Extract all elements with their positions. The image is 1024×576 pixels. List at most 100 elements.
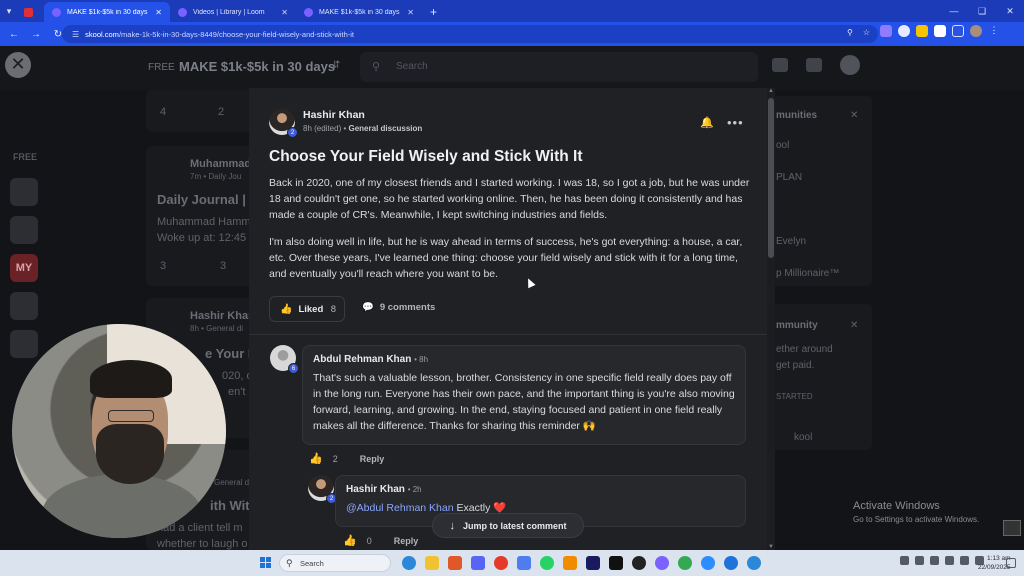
close-tab-icon[interactable]: ✕ xyxy=(281,8,288,17)
app-icon[interactable] xyxy=(678,556,692,570)
scroll-up-icon[interactable]: ▲ xyxy=(767,88,775,94)
windows-start-icon[interactable] xyxy=(260,557,272,569)
file-explorer-icon[interactable] xyxy=(425,556,439,570)
comment-author[interactable]: Hashir Khan xyxy=(346,484,405,495)
modal-scrollbar[interactable]: ▲ ▼ xyxy=(767,88,775,550)
url-bar[interactable]: ☰ skool.com/make-1k-5k-in-30-days-8449/c… xyxy=(62,25,878,43)
windows-taskbar: ⚲ Search 1:13 am 22/09/2025 xyxy=(0,550,1024,576)
more-options-icon[interactable]: ••• xyxy=(727,115,744,130)
menu-icon[interactable]: ⋮ xyxy=(988,25,1000,37)
close-modal-button[interactable]: ✕ xyxy=(5,52,31,78)
group-name[interactable]: MAKE $1k-$5k in 30 days xyxy=(179,59,335,74)
comment-actions: 👍 2 Reply xyxy=(309,452,384,465)
tab-loom[interactable]: Videos | Library | Loom ✕ xyxy=(170,2,296,22)
comments-button[interactable]: 💬 9 comments xyxy=(362,302,435,313)
reply-button[interactable]: Reply xyxy=(394,536,419,546)
tab-search-dropdown[interactable]: ▾ xyxy=(0,0,18,22)
close-tab-icon[interactable]: ✕ xyxy=(155,8,162,17)
tab-google[interactable]: MAKE $1k-$5k in 30 days - Goo ✕ xyxy=(296,2,422,22)
chevron-up-icon[interactable] xyxy=(900,556,909,565)
volume-icon[interactable] xyxy=(960,556,969,565)
post-category[interactable]: General discussion xyxy=(349,124,423,133)
chat-icon[interactable] xyxy=(772,58,788,72)
jump-to-latest-button[interactable]: ↓ Jump to latest comment xyxy=(432,513,584,538)
community-my-icon[interactable]: MY xyxy=(10,254,38,282)
search-icon: ⚲ xyxy=(372,61,381,73)
extension-icon[interactable] xyxy=(934,25,946,37)
comment-author[interactable]: Abdul Rehman Khan xyxy=(313,354,411,365)
edge-icon[interactable] xyxy=(747,556,761,570)
obs-icon[interactable] xyxy=(632,556,646,570)
activate-windows-title: Activate Windows xyxy=(853,500,940,512)
thumbs-up-icon: 👍 xyxy=(280,303,293,315)
forward-icon[interactable]: → xyxy=(28,29,44,40)
minimize-icon[interactable]: — xyxy=(940,0,968,22)
new-tab-button[interactable]: + xyxy=(422,5,445,22)
bell-icon[interactable]: 🔔 xyxy=(700,116,714,129)
close-window-icon[interactable]: ✕ xyxy=(996,0,1024,22)
comment-time-value: 2h xyxy=(412,485,422,494)
thumbs-up-icon[interactable]: 👍 xyxy=(309,452,323,465)
tab-skool-post[interactable]: MAKE $1k-$5k in 30 days ✕ xyxy=(44,2,170,22)
close-tab-icon[interactable]: ✕ xyxy=(407,8,414,17)
app-tray-icon[interactable] xyxy=(915,556,924,565)
community-icon[interactable] xyxy=(10,292,38,320)
taskbar-search-input[interactable]: ⚲ Search xyxy=(279,554,391,572)
tab-youtube[interactable] xyxy=(18,2,44,22)
close-icon[interactable]: ✕ xyxy=(850,110,858,121)
zoom-icon[interactable]: ⚲ xyxy=(847,28,853,37)
thumbs-up-icon[interactable]: 👍 xyxy=(343,534,357,547)
app-icon[interactable] xyxy=(448,556,462,570)
close-icon[interactable]: ✕ xyxy=(850,320,858,331)
restore-icon[interactable]: ❏ xyxy=(968,0,996,22)
edge-icon[interactable] xyxy=(402,556,416,570)
commenter-avatar[interactable]: 2 xyxy=(308,475,337,504)
feed-title: Daily Journal | S xyxy=(157,192,259,207)
comment-time: • 2h xyxy=(407,485,422,494)
feed-meta: 7m • Daily Jou xyxy=(190,172,242,181)
search-input[interactable]: ⚲ Search xyxy=(360,52,758,82)
comment-header: Abdul Rehman Khan • 8h xyxy=(313,354,735,365)
right-panel-line: STARTED xyxy=(776,392,813,401)
discord-icon[interactable] xyxy=(471,556,485,570)
like-button[interactable]: 👍 Liked 8 xyxy=(269,296,345,322)
back-icon[interactable]: ← xyxy=(6,29,22,40)
right-panel-line: mmunity xyxy=(776,320,818,331)
likes-count: 4 xyxy=(160,106,167,118)
app-icon[interactable] xyxy=(517,556,531,570)
scrollbar-thumb[interactable] xyxy=(768,98,774,258)
zoom-icon[interactable] xyxy=(701,556,715,570)
community-icon[interactable] xyxy=(10,216,38,244)
right-panel-line: get paid. xyxy=(776,360,815,371)
vlc-icon[interactable] xyxy=(563,556,577,570)
app-icon[interactable] xyxy=(724,556,738,570)
whatsapp-icon[interactable] xyxy=(540,556,554,570)
community-icon[interactable] xyxy=(10,178,38,206)
commenter-avatar[interactable]: 6 xyxy=(270,345,299,374)
feed-line: Woke up at: 12:45 xyxy=(157,232,247,244)
reply-button[interactable]: Reply xyxy=(360,454,385,464)
extension-icon[interactable] xyxy=(880,25,892,37)
extension-icon[interactable] xyxy=(898,25,910,37)
chrome-icon[interactable] xyxy=(494,556,508,570)
url-text: skool.com/make-1k-5k-in-30-days-8449/cho… xyxy=(85,30,354,39)
extension-icon[interactable] xyxy=(916,25,928,37)
puzzle-icon[interactable] xyxy=(952,25,964,37)
author-avatar[interactable]: 2 xyxy=(269,109,298,138)
user-avatar[interactable] xyxy=(840,55,860,75)
community-icon[interactable] xyxy=(10,330,38,358)
mention-link[interactable]: @Abdul Rehman Khan xyxy=(346,502,454,514)
premiere-icon[interactable] xyxy=(586,556,600,570)
notifications-icon[interactable] xyxy=(806,58,822,72)
profile-avatar[interactable] xyxy=(970,25,982,37)
app-icon[interactable] xyxy=(655,556,669,570)
app-icon[interactable] xyxy=(609,556,623,570)
wifi-icon[interactable] xyxy=(945,556,954,565)
screen-recorder-icon xyxy=(1003,520,1021,536)
group-switch-icon[interactable]: ⇵ xyxy=(332,60,340,71)
bookmark-star-icon[interactable]: ☆ xyxy=(863,28,870,37)
notifications-icon[interactable] xyxy=(1006,558,1016,568)
site-info-icon[interactable]: ☰ xyxy=(72,30,79,39)
app-tray-icon[interactable] xyxy=(930,556,939,565)
author-name[interactable]: Hashir Khan xyxy=(303,109,422,121)
